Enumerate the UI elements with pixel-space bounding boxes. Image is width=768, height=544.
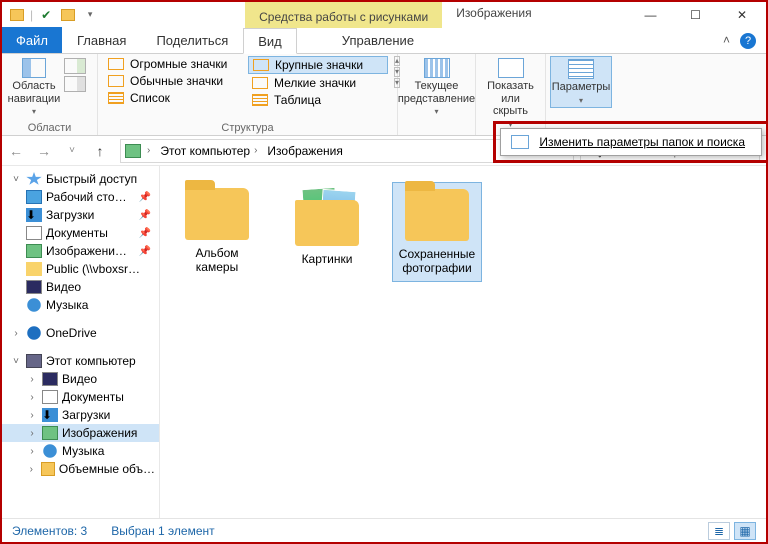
tree-downloads[interactable]: ⬇Загрузки📌 <box>2 206 159 224</box>
qat-folder-icon[interactable] <box>8 6 26 24</box>
tree-quick-access[interactable]: ˅Быстрый доступ <box>2 170 159 188</box>
quick-access-toolbar: | ✔ ▾ <box>2 2 105 27</box>
tree-pc-videos[interactable]: ›Видео <box>2 370 159 388</box>
window-title: Изображения <box>442 2 628 27</box>
nav-forward-button[interactable]: → <box>30 143 58 159</box>
ribbon-help-area: ˄ ? <box>713 29 766 53</box>
explorer-window: | ✔ ▾ Средства работы с рисунками Изобра… <box>0 0 768 544</box>
breadcrumb-this-pc[interactable]: Этот компьютер › <box>156 144 261 158</box>
group-label-layout: Структура <box>104 121 391 135</box>
breadcrumb-current[interactable]: Изображения <box>263 144 346 158</box>
ribbon-group-options: Параметры ▾ <box>546 54 616 135</box>
status-selection: Выбран 1 элемент <box>111 524 214 538</box>
ribbon-group-current-view: Текущее представление ▾ <box>398 54 476 135</box>
nav-back-button[interactable]: ← <box>2 143 30 159</box>
qat-dropdown-icon[interactable]: ▾ <box>81 6 99 24</box>
options-popup-change-folder-options[interactable]: Изменить параметры папок и поиска <box>500 128 762 156</box>
explorer-body: ˅Быстрый доступ Рабочий сто…📌 ⬇Загрузки📌… <box>2 166 766 518</box>
layout-details[interactable]: Таблица <box>248 92 388 108</box>
view-mode-icons-button[interactable]: ▦ <box>734 522 756 540</box>
preview-pane-icon[interactable] <box>64 58 86 74</box>
tab-home[interactable]: Главная <box>62 27 141 53</box>
options-button[interactable]: Параметры ▾ <box>550 56 612 108</box>
show-hide-button[interactable]: Показать или скрыть ▾ <box>482 56 539 131</box>
folder-pictures[interactable]: Картинки <box>282 182 372 272</box>
tree-music[interactable]: Музыка <box>2 296 159 314</box>
tab-file[interactable]: Файл <box>2 27 62 53</box>
current-view-button[interactable]: Текущее представление ▾ <box>401 56 473 118</box>
tree-onedrive[interactable]: ›OneDrive <box>2 324 159 342</box>
folder-options-icon <box>511 135 529 149</box>
tree-pc-music[interactable]: ›Музыка <box>2 442 159 460</box>
folder-icon <box>405 189 469 241</box>
tree-public[interactable]: Public (\\vboxsr… <box>2 260 159 278</box>
tree-pc-downloads[interactable]: ›⬇Загрузки <box>2 406 159 424</box>
tree-pc-pictures[interactable]: ›Изображения <box>2 424 159 442</box>
group-label-panes: Области <box>8 121 91 135</box>
contextual-tab-label: Средства работы с рисунками <box>245 2 442 28</box>
layout-extra-large-icons[interactable]: Огромные значки <box>104 56 244 72</box>
tree-pc-3d[interactable]: ›Объемные объ… <box>2 460 159 478</box>
tree-this-pc[interactable]: ˅Этот компьютер <box>2 352 159 370</box>
window-controls: — ☐ ✕ <box>628 2 766 27</box>
help-icon[interactable]: ? <box>740 33 756 49</box>
tab-manage[interactable]: Управление <box>327 27 429 53</box>
nav-recent-dropdown[interactable]: ˅ <box>58 145 86 156</box>
tree-documents[interactable]: Документы📌 <box>2 224 159 242</box>
nav-up-button[interactable]: ↑ <box>86 143 114 159</box>
status-bar: Элементов: 3 Выбран 1 элемент ≣ ▦ <box>2 518 766 542</box>
tab-share[interactable]: Поделиться <box>141 27 243 53</box>
tree-videos[interactable]: Видео <box>2 278 159 296</box>
ribbon-group-show-hide: Показать или скрыть ▾ <box>476 54 546 135</box>
view-mode-details-button[interactable]: ≣ <box>708 522 730 540</box>
qat-pin-icon[interactable] <box>59 6 77 24</box>
folder-saved-photos[interactable]: Сохраненные фотографии <box>392 182 482 282</box>
tab-view[interactable]: Вид <box>243 28 297 54</box>
layout-large-icons[interactable]: Крупные значки <box>248 56 388 74</box>
close-button[interactable]: ✕ <box>718 2 766 27</box>
layout-small-icons[interactable]: Мелкие значки <box>248 75 388 91</box>
tree-pictures[interactable]: Изображени…📌 <box>2 242 159 260</box>
navigation-pane-button[interactable]: Область навигации ▾ <box>8 56 60 118</box>
details-pane-icon[interactable] <box>64 76 86 92</box>
tree-pc-documents[interactable]: ›Документы <box>2 388 159 406</box>
qat-properties-icon[interactable]: ✔ <box>37 6 55 24</box>
folder-icon <box>185 188 249 240</box>
ribbon-collapse-icon[interactable]: ˄ <box>723 33 730 49</box>
ribbon-group-panes: Область навигации ▾ Области <box>2 54 98 135</box>
folder-camera-roll[interactable]: Альбом камеры <box>172 182 262 280</box>
layout-medium-icons[interactable]: Обычные значки <box>104 73 244 89</box>
breadcrumb-root-icon <box>125 144 141 158</box>
folder-thumbnail-icon <box>295 188 359 246</box>
minimize-button[interactable]: — <box>628 2 673 27</box>
ribbon: Область навигации ▾ Области Огромные зна… <box>2 54 766 136</box>
maximize-button[interactable]: ☐ <box>673 2 718 27</box>
titlebar: | ✔ ▾ Средства работы с рисунками Изобра… <box>2 2 766 28</box>
layout-list[interactable]: Список <box>104 90 244 106</box>
item-view[interactable]: Альбом камеры Картинки Сохраненные фотог… <box>160 166 766 518</box>
status-item-count: Элементов: 3 <box>12 524 87 538</box>
navigation-tree[interactable]: ˅Быстрый доступ Рабочий сто…📌 ⬇Загрузки📌… <box>2 166 160 518</box>
ribbon-tabs: Файл Главная Поделиться Вид Управление ˄… <box>2 28 766 54</box>
ribbon-group-layout: Огромные значки Обычные значки Список Кр… <box>98 54 398 135</box>
tree-desktop[interactable]: Рабочий сто…📌 <box>2 188 159 206</box>
